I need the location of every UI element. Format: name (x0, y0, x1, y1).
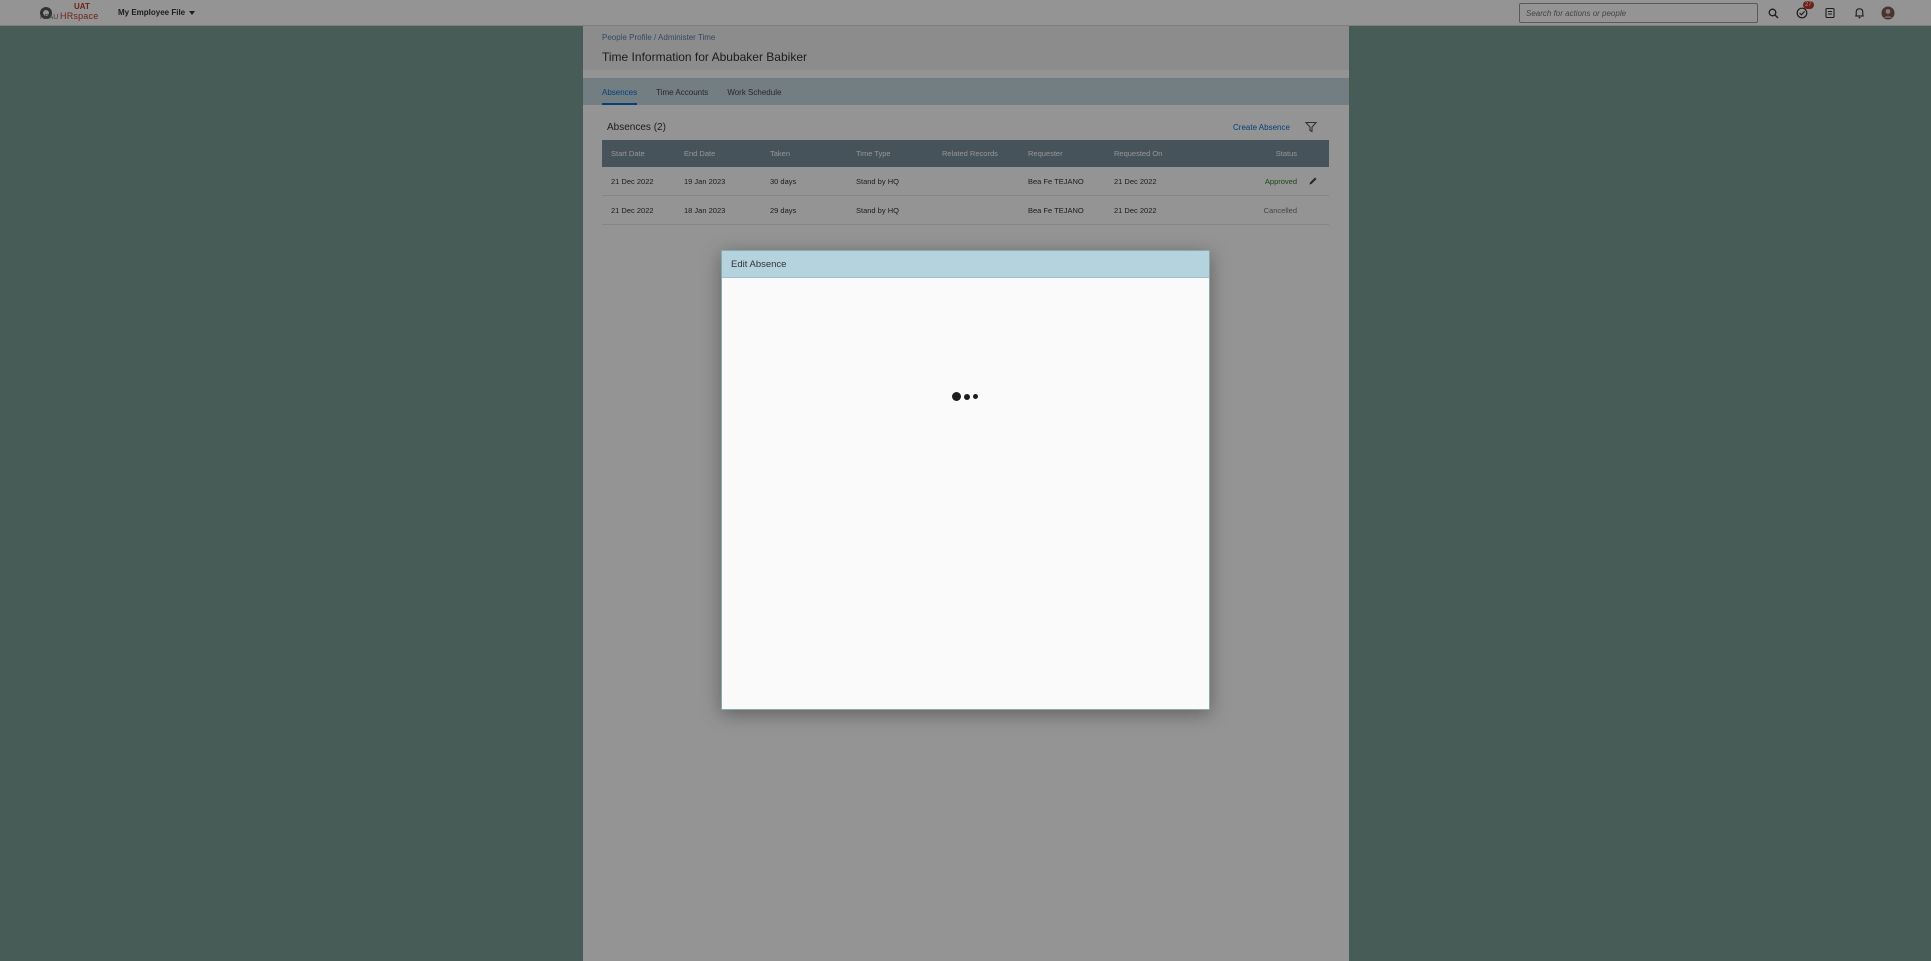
loading-dot-icon (952, 392, 961, 401)
dialog-title: Edit Absence (722, 251, 1209, 278)
loading-dot-icon (964, 393, 970, 400)
edit-absence-dialog: Edit Absence (721, 250, 1210, 710)
loading-indicator (952, 392, 978, 401)
loading-dot-icon (973, 394, 978, 399)
